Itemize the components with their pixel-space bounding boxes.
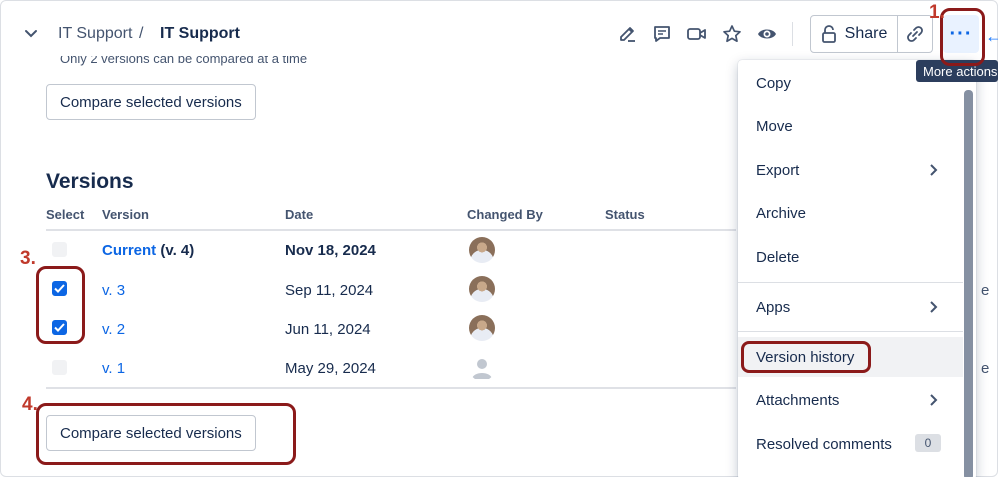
chevron-right-icon: [930, 301, 938, 313]
share-label: Share: [844, 25, 888, 42]
table-header-divider: [46, 229, 736, 231]
avatar[interactable]: [469, 276, 495, 302]
menu-item-move[interactable]: Move: [738, 106, 963, 146]
column-header-date: Date: [285, 207, 314, 222]
table-row-date: Jun 11, 2024: [285, 321, 371, 338]
menu-item-export[interactable]: Export: [738, 150, 963, 190]
comment-icon[interactable]: [650, 22, 674, 46]
lock-icon: [821, 25, 836, 43]
breadcrumb-space[interactable]: IT Support: [58, 25, 132, 43]
table-row-date: May 29, 2024: [285, 360, 376, 377]
version-link[interactable]: v. 2: [102, 321, 125, 338]
toolbar-divider: [792, 22, 793, 46]
version-link[interactable]: Current: [102, 242, 156, 259]
compare-versions-button-top[interactable]: Compare selected versions: [46, 84, 256, 120]
annotation-box-3: [36, 266, 85, 344]
version-link[interactable]: v. 3: [102, 282, 125, 299]
copy-link-button[interactable]: [897, 15, 933, 53]
hidden-status-text: e: [981, 282, 990, 299]
link-icon: [906, 26, 923, 42]
edit-icon[interactable]: [616, 22, 640, 46]
chevron-right-icon: [930, 164, 938, 176]
breadcrumb-page[interactable]: IT Support: [160, 25, 240, 43]
column-header-version: Version: [102, 207, 149, 222]
column-header-changed-by: Changed By: [467, 207, 543, 222]
hidden-status-text: e: [981, 360, 990, 377]
menu-item-archive[interactable]: Archive: [738, 193, 963, 233]
arrow-left-icon: ←: [985, 26, 998, 46]
row-checkbox-disabled: [52, 360, 67, 375]
version-link[interactable]: v. 1: [102, 360, 125, 377]
star-icon[interactable]: [720, 22, 744, 46]
breadcrumb-separator: /: [139, 25, 144, 42]
menu-item-delete[interactable]: Delete: [738, 237, 963, 277]
avatar[interactable]: [469, 237, 495, 263]
row-checkbox-disabled: [52, 242, 67, 257]
menu-item-apps[interactable]: Apps: [738, 287, 963, 327]
annotation-box-4: [36, 403, 296, 465]
menu-divider: [738, 282, 963, 283]
chevron-right-icon: [930, 394, 938, 406]
table-row-date: Sep 11, 2024: [285, 282, 374, 299]
versions-title: Versions: [46, 170, 134, 193]
annotation-number-1: 1.: [929, 2, 945, 23]
compare-hint-text: Only 2 versions can be compared at a tim…: [60, 56, 308, 66]
chevron-down-icon[interactable]: [22, 25, 40, 43]
count-badge: 0: [915, 434, 941, 452]
column-header-select: Select: [46, 207, 85, 222]
avatar[interactable]: [469, 315, 495, 341]
table-row-version[interactable]: Current (v. 4): [102, 242, 194, 259]
annotation-box-1: [940, 8, 985, 66]
avatar-placeholder: [469, 355, 495, 381]
version-suffix: (v. 4): [160, 242, 195, 259]
menu-scrollbar[interactable]: [964, 90, 973, 477]
menu-item-attachments[interactable]: Attachments: [738, 380, 963, 420]
column-header-status: Status: [605, 207, 645, 222]
video-icon[interactable]: [685, 22, 709, 46]
annotation-number-4: 4.: [22, 394, 38, 415]
more-actions-menu: Copy Move Export Archive Delete Apps Ver…: [738, 60, 976, 477]
menu-item-resolved-comments[interactable]: Resolved comments 0: [738, 424, 963, 464]
annotation-box-version-history: [741, 341, 871, 373]
share-button[interactable]: Share: [810, 15, 898, 53]
watch-icon[interactable]: [755, 22, 779, 46]
table-bottom-divider: [46, 387, 736, 389]
annotation-number-3: 3.: [20, 248, 36, 269]
table-row-date: Nov 18, 2024: [285, 242, 376, 259]
user-icon: [472, 359, 492, 379]
menu-divider: [738, 331, 963, 332]
